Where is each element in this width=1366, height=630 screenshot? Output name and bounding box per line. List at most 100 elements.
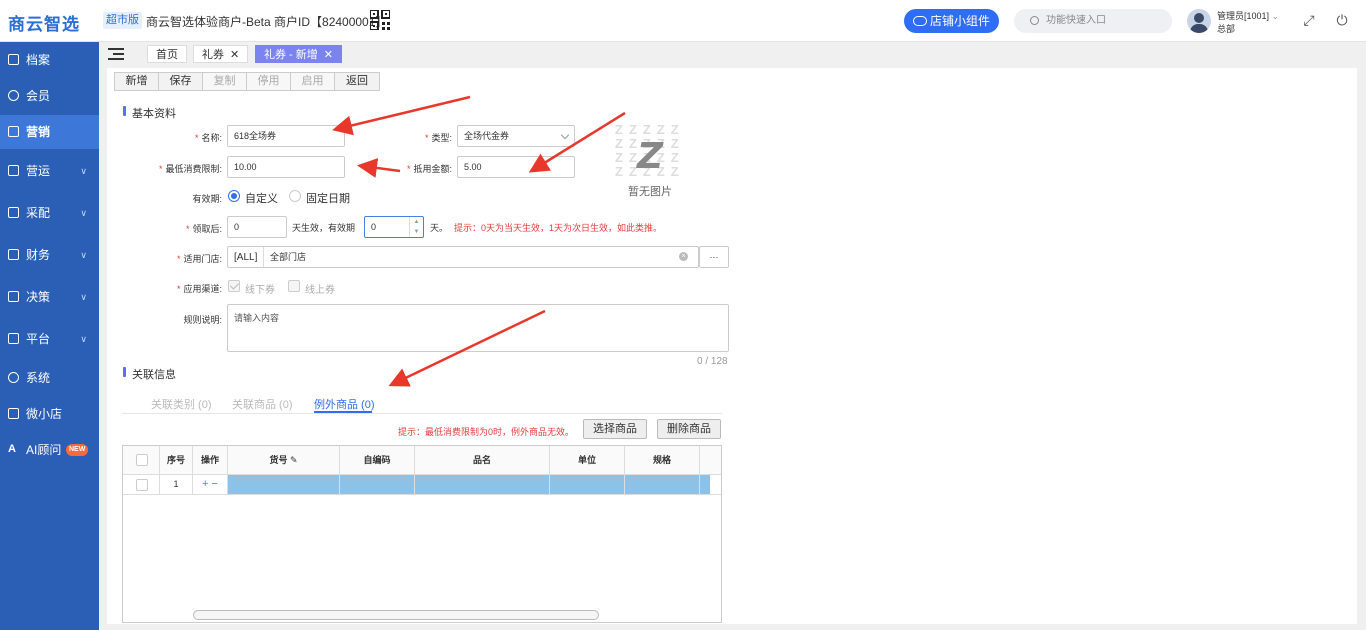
sidebar-item-decision[interactable]: 决策 ∨: [0, 280, 99, 314]
effective-days-input[interactable]: 0: [227, 216, 287, 238]
monitor-icon: [8, 333, 19, 344]
copy-button[interactable]: 复制: [203, 73, 247, 90]
user-name[interactable]: 管理员[1001] ⌄: [1217, 9, 1279, 22]
sidebar-item-marketing[interactable]: 营销: [0, 115, 99, 149]
new-button[interactable]: 新增: [115, 73, 159, 90]
qr-code-icon[interactable]: [370, 10, 390, 30]
sidebar-item-mini-shop[interactable]: 微小店: [0, 397, 99, 431]
validity-fixed-label[interactable]: 固定日期: [306, 190, 350, 206]
sidebar-item-archive[interactable]: 档案: [0, 43, 99, 77]
clear-icon[interactable]: ×: [679, 252, 688, 261]
top-bar: 商云智选 超市版 商云智选体验商户-Beta 商户ID【82400001】 店铺…: [0, 0, 1366, 42]
fullscreen-icon[interactable]: ⤢: [1302, 13, 1316, 27]
chevron-down-icon: ∨: [80, 166, 87, 176]
avatar[interactable]: [1187, 9, 1211, 33]
select-goods-button[interactable]: 选择商品: [583, 419, 647, 439]
quick-search-input[interactable]: 功能快速入口: [1014, 9, 1172, 33]
store-more-button[interactable]: ···: [699, 246, 729, 268]
rule-label: 规则说明:: [183, 315, 222, 325]
tab-related-category[interactable]: 关联类别 (0): [151, 396, 212, 412]
valid-days-input[interactable]: 0 ▲ ▼: [364, 216, 424, 238]
shop-icon: [8, 126, 19, 137]
shop-widget-button[interactable]: 店铺小组件: [904, 9, 999, 33]
exception-hint: 提示：最低消费限制为0时，例外商品无效。: [398, 427, 575, 437]
edition-badge: 超市版: [103, 12, 142, 29]
days-unit: 天。: [430, 223, 449, 233]
user-dept: 总部: [1217, 24, 1236, 34]
disable-button[interactable]: 停用: [247, 73, 291, 90]
col-header-spec: 规格: [625, 446, 700, 474]
min-spend-input[interactable]: 10.00: [227, 156, 345, 178]
validity-custom-label[interactable]: 自定义: [245, 190, 278, 206]
row-select-cell: [123, 475, 160, 494]
validity-label: 有效期:: [192, 194, 222, 204]
col-header-name: 品名: [415, 446, 550, 474]
finance-icon: [8, 249, 19, 260]
validity-fixed-radio[interactable]: [289, 190, 301, 202]
tab-home[interactable]: 首页: [147, 45, 187, 63]
user-icon: [8, 90, 19, 101]
settings-icon: [8, 372, 19, 383]
menu-toggle-icon[interactable]: [108, 47, 124, 61]
after-receive-label: * 领取后:: [185, 224, 222, 234]
sidebar-item-operation[interactable]: 营运 ∨: [0, 154, 99, 188]
new-badge: NEW: [66, 444, 89, 456]
enable-button[interactable]: 启用: [291, 73, 335, 90]
close-icon[interactable]: ✕: [324, 49, 333, 61]
channel-online-label: 线上券: [305, 285, 335, 296]
sidebar-item-purchase[interactable]: 采配 ∨: [0, 196, 99, 230]
close-icon[interactable]: ✕: [230, 49, 239, 61]
store-label: * 适用门店:: [176, 254, 222, 264]
select-all-checkbox[interactable]: [136, 454, 148, 466]
tab-coupon[interactable]: 礼券 ✕: [193, 45, 249, 63]
save-button[interactable]: 保存: [159, 73, 203, 90]
row-unit-cell[interactable]: [550, 475, 625, 494]
horizontal-scrollbar[interactable]: [193, 610, 599, 620]
type-select[interactable]: 全场代金券: [457, 125, 575, 147]
sidebar-item-finance[interactable]: 财务 ∨: [0, 238, 99, 272]
delete-goods-button[interactable]: 删除商品: [657, 419, 721, 439]
rule-counter: 0 / 128: [697, 356, 728, 367]
row-spec-cell[interactable]: [625, 475, 700, 494]
store-select[interactable]: [ALL] 全部门店 ×: [227, 246, 699, 268]
sidebar-item-ai[interactable]: A AI顾问 NEW: [0, 433, 99, 467]
chevron-down-icon: ∨: [80, 292, 87, 302]
channel-offline-checkbox[interactable]: [228, 280, 240, 292]
row-code-cell[interactable]: [228, 475, 340, 494]
chart-icon: [8, 291, 19, 302]
col-header-unit: 单位: [550, 446, 625, 474]
ai-icon: A: [8, 443, 16, 455]
sidebar-item-platform[interactable]: 平台 ∨: [0, 322, 99, 356]
row-filler-cell: [700, 475, 710, 494]
power-icon[interactable]: ⏻: [1335, 13, 1349, 27]
back-button[interactable]: 返回: [335, 73, 379, 90]
row-op-buttons[interactable]: + −: [193, 475, 228, 494]
channel-label: * 应用渠道:: [176, 284, 222, 294]
deduct-amount-input[interactable]: 5.00: [457, 156, 575, 178]
row-name-cell[interactable]: [415, 475, 550, 494]
merchant-info: 商云智选体验商户-Beta 商户ID【82400001】: [146, 15, 388, 29]
table-row[interactable]: 1 + −: [123, 474, 721, 495]
row-checkbox[interactable]: [136, 479, 148, 491]
row-self-code-cell[interactable]: [340, 475, 415, 494]
row-index: 1: [160, 475, 193, 494]
tab-exception-goods[interactable]: 例外商品 (0): [314, 396, 375, 412]
validity-custom-radio[interactable]: [228, 190, 240, 202]
search-icon: [1030, 16, 1039, 25]
sidebar-item-member[interactable]: 会员: [0, 79, 99, 113]
rule-textarea[interactable]: 请输入内容: [227, 304, 729, 352]
name-input[interactable]: 618全场券: [227, 125, 345, 147]
min-spend-label: * 最低消费限制:: [158, 164, 222, 174]
no-image-placeholder[interactable]: ZZZZZ ZZZZZ ZZZZZ ZZZZZ Z 暂无图片: [615, 123, 691, 198]
archive-icon: [8, 54, 19, 65]
channel-online-checkbox[interactable]: [288, 280, 300, 292]
tab-coupon-new[interactable]: 礼券 - 新增 ✕: [255, 45, 342, 63]
app-logo[interactable]: 商云智选: [8, 10, 80, 35]
col-header-code[interactable]: 货号 ✎: [228, 446, 340, 474]
sidebar-item-system[interactable]: 系统: [0, 361, 99, 395]
subtab-divider: [122, 413, 722, 414]
stepper-icon[interactable]: ▲ ▼: [409, 217, 423, 237]
tab-related-goods[interactable]: 关联商品 (0): [232, 396, 293, 412]
sidebar: 档案 会员 营销 营运 ∨ 采配 ∨ 财务 ∨ 决策 ∨ 平台 ∨ 系统 微小店 A AI顾…: [0, 42, 99, 630]
chevron-down-icon: ∨: [80, 334, 87, 344]
